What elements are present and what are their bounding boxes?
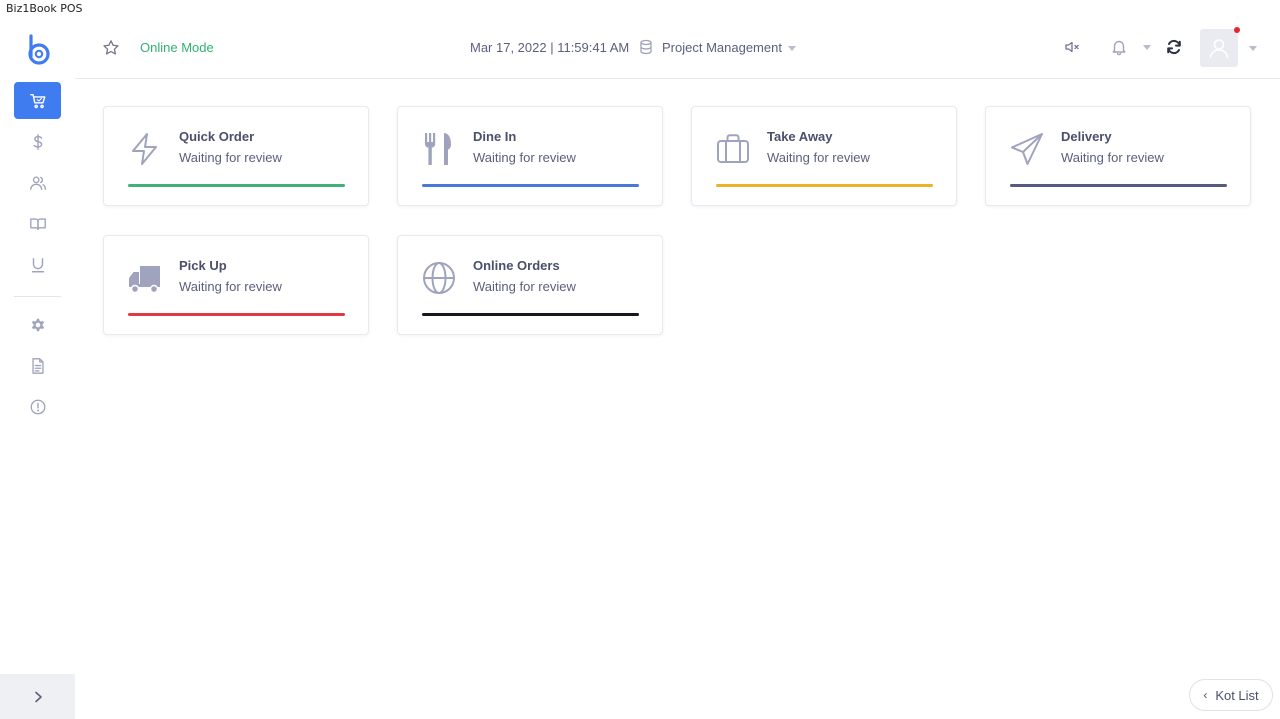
top-header: Online Mode Mar 17, 2022 | 11:59:41 AM P… bbox=[75, 18, 1280, 79]
book-icon bbox=[29, 217, 46, 230]
notification-dot bbox=[1234, 27, 1240, 33]
card-status: Waiting for review bbox=[473, 150, 576, 165]
card-accent-bar bbox=[1010, 184, 1227, 187]
paper-plane-icon bbox=[1011, 133, 1043, 165]
utensils-icon bbox=[425, 133, 451, 165]
user-avatar[interactable] bbox=[1200, 29, 1238, 67]
project-name: Project Management bbox=[662, 40, 782, 55]
card-status: Waiting for review bbox=[767, 150, 870, 165]
card-accent-bar bbox=[422, 184, 639, 187]
brand-logo[interactable] bbox=[25, 34, 53, 66]
gear-icon bbox=[31, 318, 44, 331]
document-icon bbox=[31, 357, 44, 374]
project-selector[interactable]: Project Management bbox=[662, 40, 796, 55]
sidebar-item-payments[interactable] bbox=[14, 123, 61, 160]
lightning-icon bbox=[132, 133, 157, 165]
refresh-icon[interactable] bbox=[1165, 38, 1183, 56]
user-icon bbox=[1209, 39, 1229, 59]
card-title: Online Orders bbox=[473, 258, 560, 273]
sidebar-item-orders[interactable] bbox=[14, 82, 61, 119]
order-type-card-quick-order[interactable]: Quick Order Waiting for review bbox=[103, 106, 369, 206]
order-type-card-online-orders[interactable]: Online Orders Waiting for review bbox=[397, 235, 663, 335]
card-status: Waiting for review bbox=[473, 279, 576, 294]
bell-icon[interactable] bbox=[1110, 38, 1128, 56]
order-type-card-dine-in[interactable]: Dine In Waiting for review bbox=[397, 106, 663, 206]
card-title: Dine In bbox=[473, 129, 517, 144]
notifications-dropdown-icon[interactable] bbox=[1143, 45, 1151, 50]
sidebar-item-underline[interactable] bbox=[14, 246, 61, 283]
order-type-card-delivery[interactable]: Delivery Waiting for review bbox=[985, 106, 1251, 206]
globe-icon bbox=[423, 262, 455, 294]
database-icon bbox=[640, 39, 652, 55]
sidebar bbox=[0, 18, 75, 719]
underline-icon bbox=[31, 257, 44, 272]
card-accent-bar bbox=[716, 184, 933, 187]
sidebar-item-catalog[interactable] bbox=[14, 205, 61, 242]
sidebar-item-reports[interactable] bbox=[14, 347, 61, 384]
alert-icon bbox=[30, 399, 45, 414]
users-icon bbox=[29, 175, 46, 190]
dollar-icon bbox=[33, 133, 42, 150]
card-accent-bar bbox=[128, 313, 345, 316]
sidebar-expand-button[interactable] bbox=[0, 674, 75, 719]
sidebar-item-settings[interactable] bbox=[14, 306, 61, 343]
briefcase-icon bbox=[717, 134, 749, 163]
card-title: Delivery bbox=[1061, 129, 1112, 144]
online-mode-label[interactable]: Online Mode bbox=[140, 40, 214, 55]
sidebar-divider bbox=[14, 296, 61, 297]
kot-list-label: Kot List bbox=[1215, 687, 1259, 703]
chevron-down-icon bbox=[787, 46, 796, 52]
card-status: Waiting for review bbox=[179, 279, 282, 294]
chevron-right-icon bbox=[34, 691, 42, 702]
card-accent-bar bbox=[422, 313, 639, 316]
order-type-card-take-away[interactable]: Take Away Waiting for review bbox=[691, 106, 957, 206]
card-status: Waiting for review bbox=[1061, 150, 1164, 165]
truck-icon bbox=[129, 266, 160, 294]
sidebar-item-info[interactable] bbox=[14, 388, 61, 425]
speaker-mute-icon[interactable] bbox=[1063, 38, 1081, 56]
card-title: Take Away bbox=[767, 129, 833, 144]
current-datetime: Mar 17, 2022 | 11:59:41 AM bbox=[470, 40, 630, 55]
card-title: Pick Up bbox=[179, 258, 227, 273]
chevron-left-icon: ‹ bbox=[1203, 688, 1208, 702]
cart-icon bbox=[29, 93, 45, 108]
card-title: Quick Order bbox=[179, 129, 255, 144]
window-title: Biz1Book POS bbox=[0, 0, 1280, 18]
star-icon[interactable] bbox=[102, 39, 120, 57]
card-status: Waiting for review bbox=[179, 150, 282, 165]
kot-list-button[interactable]: ‹ Kot List bbox=[1189, 679, 1273, 711]
user-menu-dropdown-icon[interactable] bbox=[1249, 46, 1257, 51]
sidebar-item-customers[interactable] bbox=[14, 164, 61, 201]
order-type-card-pick-up[interactable]: Pick Up Waiting for review bbox=[103, 235, 369, 335]
card-accent-bar bbox=[128, 184, 345, 187]
